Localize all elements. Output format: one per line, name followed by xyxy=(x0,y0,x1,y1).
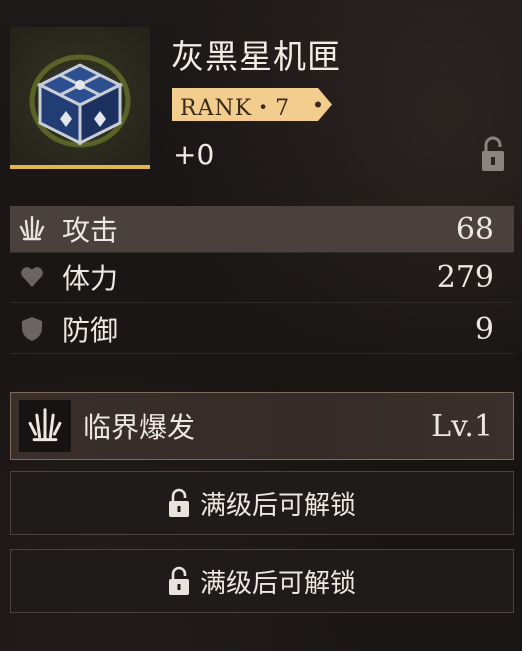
locked-skill-slot[interactable]: 满级后可解锁 xyxy=(10,471,514,535)
item-name: 灰黑星机匣 xyxy=(171,37,341,76)
divider xyxy=(10,353,514,354)
stat-row-attack: 攻击 68 xyxy=(10,206,514,252)
divider xyxy=(10,252,514,253)
item-detail-panel: 灰黑星机匣 RANK・7 +0 攻击 68 体力 279 防御 9 临界爆发 L… xyxy=(0,0,522,651)
locked-slot-label: 满级后可解锁 xyxy=(199,568,356,599)
steel-chest-icon xyxy=(29,54,131,148)
stat-row-defense: 防御 9 xyxy=(10,306,514,352)
divider xyxy=(10,302,514,303)
locked-skill-slot[interactable]: 满级后可解锁 xyxy=(10,549,514,613)
shield-icon xyxy=(18,315,46,343)
stat-value: 68 xyxy=(455,211,494,247)
skill-level: Lv.1 xyxy=(431,408,493,444)
lock-icon xyxy=(168,488,190,518)
rank-badge: RANK・7 xyxy=(172,88,332,121)
rank-label: RANK・7 xyxy=(180,96,291,121)
lock-icon xyxy=(168,566,190,596)
stat-label: 攻击 xyxy=(62,214,119,247)
item-thumbnail[interactable] xyxy=(10,27,150,167)
stat-value: 9 xyxy=(474,311,494,347)
stat-row-stamina: 体力 279 xyxy=(10,254,514,300)
skill-name: 临界爆发 xyxy=(83,411,196,444)
lock-toggle-button[interactable] xyxy=(480,135,506,173)
thumbnail-accent-bar xyxy=(10,165,150,169)
enhance-level: +0 xyxy=(173,138,215,171)
locked-slot-label: 满级后可解锁 xyxy=(199,490,356,521)
heart-icon xyxy=(18,263,46,291)
attack-icon xyxy=(18,215,46,243)
stat-label: 防御 xyxy=(62,314,119,347)
attack-icon xyxy=(19,400,71,452)
skill-row[interactable]: 临界爆发 Lv.1 xyxy=(10,392,514,460)
stat-value: 279 xyxy=(436,259,494,295)
stat-label: 体力 xyxy=(62,262,119,295)
lock-icon xyxy=(482,136,504,171)
